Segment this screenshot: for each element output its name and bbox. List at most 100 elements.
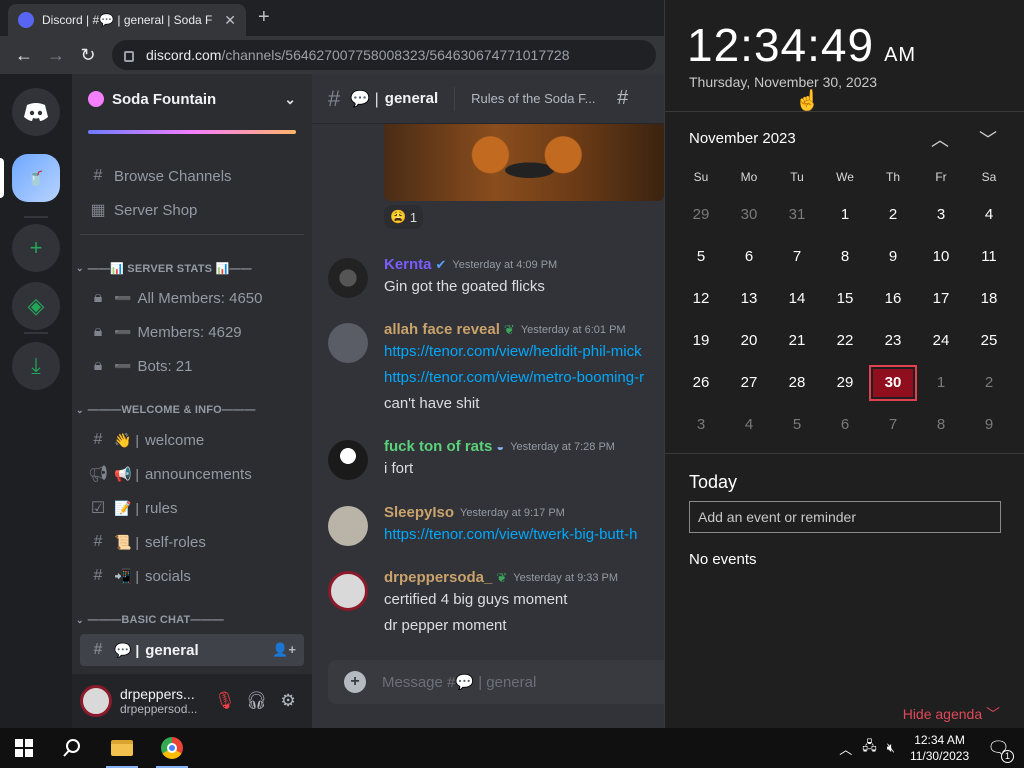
calendar-day[interactable]: 31 — [773, 197, 821, 233]
message-link[interactable]: https://tenor.com/view/metro-booming-r — [384, 369, 644, 386]
chrome-taskbar-button[interactable] — [148, 728, 196, 768]
settings-gear-icon[interactable]: ⚙ — [272, 691, 304, 711]
calendar-day[interactable]: 16 — [869, 281, 917, 317]
calendar-day[interactable]: 5 — [773, 407, 821, 443]
calendar-day[interactable]: 4 — [725, 407, 773, 443]
calendar-day[interactable]: 7 — [869, 407, 917, 443]
taskbar-clock[interactable]: 12:34 AM 11/30/2023 — [900, 732, 979, 764]
channel-all-members[interactable]: 🔒︎ ➖ All Members: 4650 — [80, 282, 304, 314]
calendar-day[interactable]: 25 — [965, 323, 1013, 359]
show-hidden-icons-chevron-up-icon[interactable]: ︿ — [834, 739, 857, 758]
full-date-link[interactable]: Thursday, November 30, 2023 — [689, 74, 877, 90]
calendar-day[interactable]: 29 — [677, 197, 725, 233]
calendar-day[interactable]: 3 — [917, 197, 965, 233]
browser-tab[interactable]: Discord | #💬 | general | Soda F ✕ — [8, 4, 246, 36]
headphones-icon[interactable]: 🎧︎ — [241, 691, 273, 711]
search-button[interactable] — [48, 728, 96, 768]
channel-topic[interactable]: Rules of the Soda F... — [471, 91, 601, 106]
category-welcome-info[interactable]: ⌄ ———WELCOME & INFO——— — [76, 404, 306, 416]
new-tab-button[interactable]: + — [258, 6, 270, 29]
threads-icon[interactable]: # — [617, 87, 628, 110]
previous-month-chevron-up-icon[interactable]: ︿ — [931, 126, 949, 152]
calendar-day[interactable]: 26 — [677, 365, 725, 401]
calendar-day[interactable]: 13 — [725, 281, 773, 317]
calendar-day[interactable]: 12 — [677, 281, 725, 317]
username[interactable]: drpeppersoda_ — [384, 569, 492, 586]
mute-microphone-icon[interactable]: 🎙︎ — [209, 691, 241, 711]
channel-rules[interactable]: ☑ 📝 | rules — [80, 492, 304, 524]
message-link[interactable]: https://tenor.com/view/hedidit-phil-mick — [384, 343, 642, 360]
calendar-day[interactable]: 6 — [821, 407, 869, 443]
month-label[interactable]: November 2023 — [689, 130, 796, 147]
calendar-day[interactable]: 18 — [965, 281, 1013, 317]
message-input[interactable]: + Message #💬 | general — [328, 660, 664, 704]
next-month-chevron-down-icon[interactable]: ﹀ — [979, 126, 997, 152]
add-event-input[interactable] — [689, 501, 1001, 533]
reload-button[interactable]: ↻ — [72, 45, 104, 66]
calendar-day[interactable]: 20 — [725, 323, 773, 359]
browse-channels[interactable]: # Browse Channels — [80, 160, 304, 192]
calendar-day[interactable]: 23 — [869, 323, 917, 359]
calendar-day[interactable]: 11 — [965, 239, 1013, 275]
avatar[interactable] — [328, 571, 368, 611]
gif-embed-image[interactable] — [384, 124, 664, 201]
calendar-day-today[interactable]: 30 — [869, 365, 917, 401]
calendar-day[interactable]: 28 — [773, 365, 821, 401]
discord-home-button[interactable] — [12, 88, 60, 136]
notifications-icon[interactable]: 🗨︎ 1 — [979, 738, 1024, 763]
avatar[interactable] — [328, 440, 368, 480]
calendar-day[interactable]: 24 — [917, 323, 965, 359]
calendar-day[interactable]: 10 — [917, 239, 965, 275]
channel-welcome[interactable]: # 👋 | welcome — [80, 424, 304, 456]
back-button[interactable]: ← — [8, 45, 40, 66]
invite-user-icon[interactable]: 👤+ — [272, 642, 296, 658]
calendar-day[interactable]: 21 — [773, 323, 821, 359]
server-header[interactable]: Soda Fountain ⌄ — [72, 74, 312, 124]
calendar-day[interactable]: 2 — [965, 365, 1013, 401]
calendar-day[interactable]: 19 — [677, 323, 725, 359]
hide-agenda-link[interactable]: Hide agenda ﹀ — [903, 704, 1000, 724]
calendar-day[interactable]: 22 — [821, 323, 869, 359]
user-names[interactable]: drpeppers... drpeppersod... — [120, 686, 209, 716]
address-bar[interactable]: discord.com/channels/564627007758008323/… — [112, 40, 656, 70]
avatar[interactable] — [80, 685, 112, 717]
username[interactable]: Kernta — [384, 256, 432, 273]
reaction-button[interactable]: 😩 1 — [384, 205, 424, 229]
file-explorer-button[interactable] — [98, 728, 146, 768]
network-icon[interactable]: 🖧︎ — [857, 737, 882, 759]
calendar-day[interactable]: 27 — [725, 365, 773, 401]
username[interactable]: fuck ton of rats — [384, 438, 492, 455]
calendar-day[interactable]: 5 — [677, 239, 725, 275]
calendar-day[interactable]: 3 — [677, 407, 725, 443]
category-server-stats[interactable]: ⌄ ——📊 SERVER STATS 📊—— — [76, 262, 306, 275]
calendar-day[interactable]: 15 — [821, 281, 869, 317]
add-server-button[interactable]: + — [12, 224, 60, 272]
message-link[interactable]: https://tenor.com/view/twerk-big-butt-h — [384, 526, 637, 543]
calendar-day[interactable]: 29 — [821, 365, 869, 401]
calendar-day[interactable]: 14 — [773, 281, 821, 317]
username[interactable]: allah face reveal — [384, 321, 500, 338]
calendar-day[interactable]: 9 — [965, 407, 1013, 443]
calendar-day[interactable]: 6 — [725, 239, 773, 275]
channel-members[interactable]: 🔒︎ ➖ Members: 4629 — [80, 316, 304, 348]
download-apps-button[interactable]: ⤓ — [12, 342, 60, 390]
calendar-day[interactable]: 30 — [725, 197, 773, 233]
channel-self-roles[interactable]: # 📜 | self-roles — [80, 526, 304, 558]
channel-general[interactable]: # 💬 | general 👤+ — [80, 634, 304, 666]
calendar-day[interactable]: 8 — [821, 239, 869, 275]
avatar[interactable] — [328, 258, 368, 298]
calendar-day[interactable]: 1 — [917, 365, 965, 401]
calendar-day[interactable]: 2 — [869, 197, 917, 233]
channel-socials[interactable]: # 📲 | socials — [80, 560, 304, 592]
calendar-day[interactable]: 9 — [869, 239, 917, 275]
close-tab-icon[interactable]: ✕ — [224, 12, 236, 29]
forward-button[interactable]: → — [40, 45, 72, 66]
avatar[interactable] — [328, 506, 368, 546]
channel-bots[interactable]: 🔒︎ ➖ Bots: 21 — [80, 350, 304, 382]
avatar[interactable] — [328, 323, 368, 363]
attach-plus-icon[interactable]: + — [344, 671, 366, 693]
channel-announcements[interactable]: 📢︎ 📢 | announcements — [80, 458, 304, 490]
server-soda-fountain[interactable]: 🥤 — [12, 154, 60, 202]
calendar-day[interactable]: 1 — [821, 197, 869, 233]
calendar-day[interactable]: 8 — [917, 407, 965, 443]
